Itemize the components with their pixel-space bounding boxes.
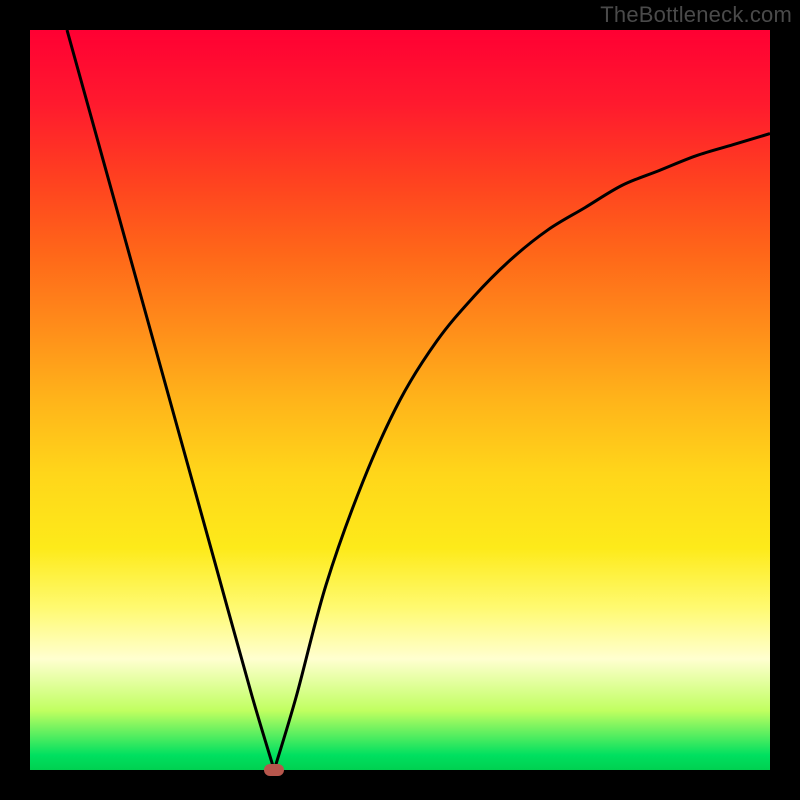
plot-area bbox=[30, 30, 770, 770]
curve-right-branch bbox=[274, 134, 770, 770]
curve-svg bbox=[30, 30, 770, 770]
curve-left-branch bbox=[67, 30, 274, 770]
optimum-marker bbox=[264, 764, 284, 776]
watermark-label: TheBottleneck.com bbox=[600, 2, 792, 28]
chart-frame: TheBottleneck.com bbox=[0, 0, 800, 800]
